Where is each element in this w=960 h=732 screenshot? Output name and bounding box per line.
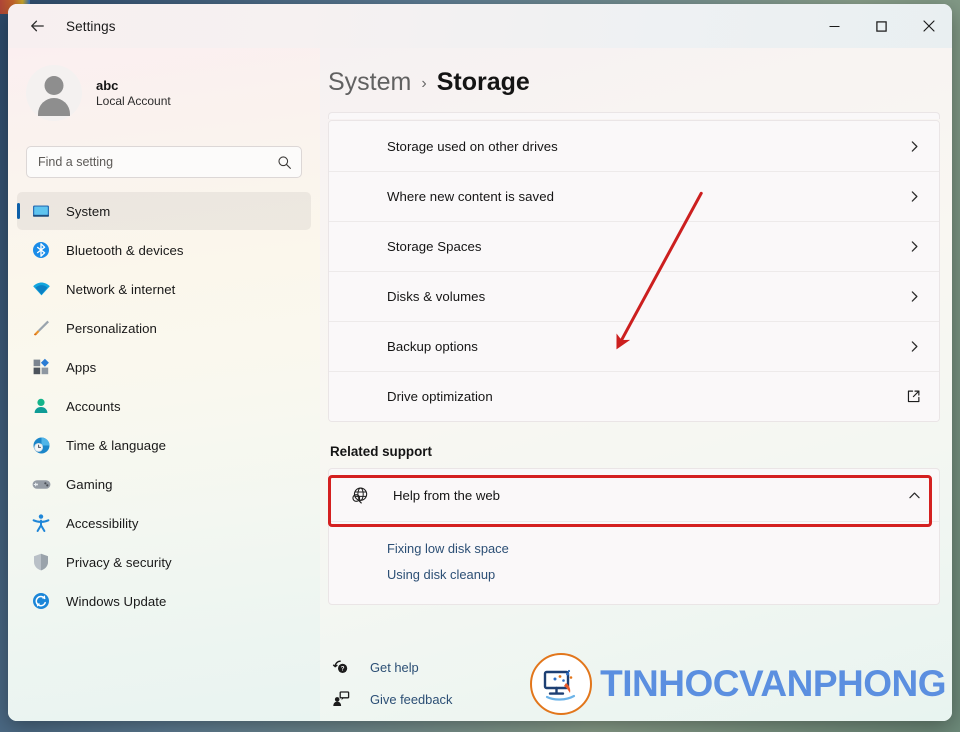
account-name: abc (96, 77, 119, 93)
globe-search-icon (347, 483, 371, 507)
footer-links: ? Get help Give feedback (320, 641, 952, 721)
breadcrumb-separator-icon: › (421, 75, 427, 92)
search-icon[interactable] (277, 155, 292, 170)
sidebar-item-label: Privacy & security (66, 554, 172, 570)
settings-window: Settings abc Local Account Find a settin… (8, 4, 952, 721)
row-backup-options[interactable]: Backup options (329, 321, 939, 371)
search-box[interactable] (26, 146, 302, 178)
help-from-web-card: Help from the web Fixing low disk space … (328, 468, 940, 605)
avatar (26, 65, 82, 121)
search-input[interactable] (38, 155, 277, 169)
related-support-heading: Related support (330, 444, 432, 459)
footer-label: Give feedback (370, 691, 453, 707)
back-button[interactable] (20, 9, 54, 43)
help-from-web-links: Fixing low disk space Using disk cleanup (329, 521, 939, 604)
sidebar-item-gaming[interactable]: Gaming (17, 465, 311, 503)
account-type: Local Account (96, 93, 171, 108)
avatar-head-shape (44, 76, 64, 95)
help-question-icon: ? (330, 656, 352, 678)
account-text: abc Local Account (96, 77, 171, 110)
sidebar-nav-list: System Bluetooth & devices Network & int… (17, 192, 311, 620)
chevron-right-icon (908, 190, 921, 203)
sidebar: abc Local Account Find a setting System … (8, 48, 320, 721)
row-label: Disks & volumes (387, 289, 486, 304)
bluetooth-icon (30, 239, 52, 261)
avatar-body-shape (38, 98, 70, 116)
window-body: abc Local Account Find a setting System … (8, 48, 952, 721)
settings-scroll-area[interactable]: Storage used on other drives Where new c… (320, 112, 952, 641)
sidebar-item-windows-update[interactable]: Windows Update (17, 582, 311, 620)
monitor-icon (30, 200, 52, 222)
row-label: Storage Spaces (387, 239, 482, 254)
sidebar-item-label: System (66, 203, 111, 219)
paintbrush-icon (30, 317, 52, 339)
sidebar-item-label: Personalization (66, 320, 157, 336)
account-person-icon (30, 395, 52, 417)
footer-label: Get help (370, 659, 419, 675)
scrolled-card-edge (328, 112, 940, 119)
row-label: Storage used on other drives (387, 138, 558, 154)
window-title: Settings (66, 18, 116, 34)
row-storage-used-on-other-drives[interactable]: Storage used on other drives (329, 121, 939, 171)
help-from-web-header[interactable]: Help from the web (329, 469, 939, 521)
svg-text:?: ? (341, 666, 345, 673)
sidebar-item-label: Accounts (66, 398, 121, 414)
chevron-right-icon (908, 340, 921, 353)
get-help-link[interactable]: ? Get help (330, 651, 419, 683)
sidebar-item-network-internet[interactable]: Network & internet (17, 270, 311, 308)
close-button[interactable] (905, 4, 952, 48)
sidebar-item-label: Time & language (66, 437, 166, 453)
sidebar-item-label: Apps (66, 359, 97, 375)
sidebar-item-label: Windows Update (66, 593, 167, 609)
row-label: Backup options (387, 339, 478, 354)
row-where-new-content-is-saved[interactable]: Where new content is saved (329, 171, 939, 221)
breadcrumb-parent[interactable]: System (328, 68, 411, 97)
sidebar-item-accessibility[interactable]: Accessibility (17, 504, 311, 542)
row-disks-and-volumes[interactable]: Disks & volumes (329, 271, 939, 321)
accessibility-icon (30, 512, 52, 534)
row-drive-optimization[interactable]: Drive optimization (329, 371, 939, 421)
row-label: Where new content is saved (387, 189, 554, 204)
sidebar-item-accounts[interactable]: Accounts (17, 387, 311, 425)
help-link-using-disk-cleanup[interactable]: Using disk cleanup (387, 562, 495, 588)
breadcrumb: System › Storage (320, 48, 952, 112)
window-titlebar: Settings (8, 4, 952, 48)
sidebar-item-system[interactable]: System (17, 192, 311, 230)
shield-icon (30, 551, 52, 573)
maximize-button[interactable] (858, 4, 905, 48)
row-storage-spaces[interactable]: Storage Spaces (329, 221, 939, 271)
gamepad-icon (30, 473, 52, 495)
chevron-right-icon (908, 290, 921, 303)
sidebar-item-bluetooth-devices[interactable]: Bluetooth & devices (17, 231, 311, 269)
account-block[interactable]: abc Local Account (26, 62, 320, 124)
update-refresh-icon (30, 590, 52, 612)
page-title: Storage (436, 68, 530, 96)
window-controls (811, 4, 952, 48)
help-from-web-label: Help from the web (393, 487, 501, 503)
chevron-right-icon (908, 240, 921, 253)
sidebar-item-time-language[interactable]: Time & language (17, 426, 311, 464)
sidebar-item-personalization[interactable]: Personalization (17, 309, 311, 347)
sidebar-item-label: Accessibility (66, 515, 139, 531)
sidebar-item-label: Bluetooth & devices (66, 242, 184, 258)
wifi-icon (30, 278, 52, 300)
sidebar-item-label: Network & internet (66, 281, 176, 297)
open-external-icon (906, 389, 921, 404)
storage-settings-card: Storage used on other drives Where new c… (328, 120, 940, 422)
help-link-fixing-low-disk-space[interactable]: Fixing low disk space (387, 536, 509, 562)
row-label: Drive optimization (387, 389, 493, 404)
content-pane: System › Storage Storage used on other d… (320, 48, 952, 721)
sidebar-item-label: Gaming (66, 476, 113, 492)
clock-globe-icon (30, 434, 52, 456)
give-feedback-link[interactable]: Give feedback (330, 683, 452, 715)
sidebar-item-apps[interactable]: Apps (17, 348, 311, 386)
feedback-person-icon (330, 688, 352, 710)
minimize-button[interactable] (811, 4, 858, 48)
apps-grid-icon (30, 356, 52, 378)
chevron-right-icon (908, 140, 921, 153)
sidebar-item-privacy-security[interactable]: Privacy & security (17, 543, 311, 581)
chevron-up-icon[interactable] (908, 489, 921, 502)
